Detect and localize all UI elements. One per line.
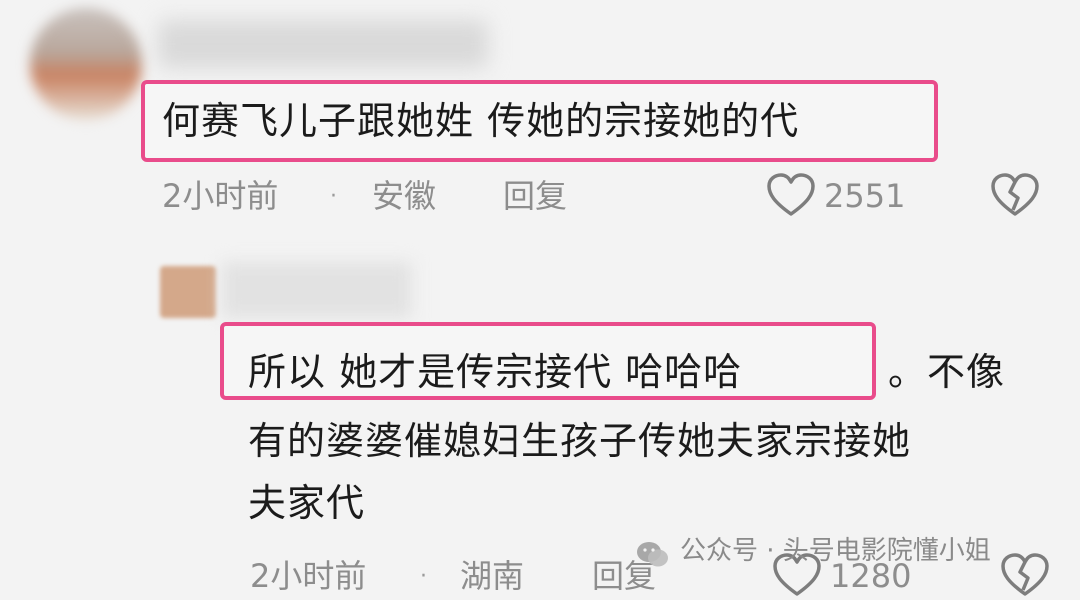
username-blurred[interactable] [222, 262, 412, 318]
comment-time: 2小时前 [162, 177, 279, 215]
heart-icon[interactable] [766, 172, 816, 218]
comment-location: 安徽 [372, 177, 437, 215]
comment-time: 2小时前 [250, 557, 367, 595]
watermark-text: 公众号 · 头号电影院懂小姐 [680, 536, 991, 566]
reply-button[interactable]: 回复 [503, 180, 567, 212]
avatar[interactable] [30, 8, 142, 120]
comment-location: 湖南 [460, 557, 525, 595]
comment-text-continuation: 。不像 [888, 350, 1006, 394]
wechat-icon [636, 540, 670, 570]
meta-separator: · [330, 184, 337, 209]
broken-heart-icon[interactable] [1000, 552, 1050, 598]
avatar[interactable] [160, 266, 216, 318]
comment-text-highlighted: 所以 她才是传宗接代 哈哈哈 [248, 350, 743, 394]
comment-text: 何赛飞儿子跟她姓 传她的宗接她的代 [162, 99, 800, 143]
username-blurred[interactable] [158, 20, 488, 68]
comment-text-line: 有的婆婆催媳妇生孩子传她夫家宗接她 [248, 419, 912, 463]
broken-heart-icon[interactable] [990, 172, 1040, 218]
like-count: 2551 [824, 177, 906, 215]
meta-separator: · [420, 564, 427, 589]
comment-text-line: 夫家代 [248, 481, 366, 525]
